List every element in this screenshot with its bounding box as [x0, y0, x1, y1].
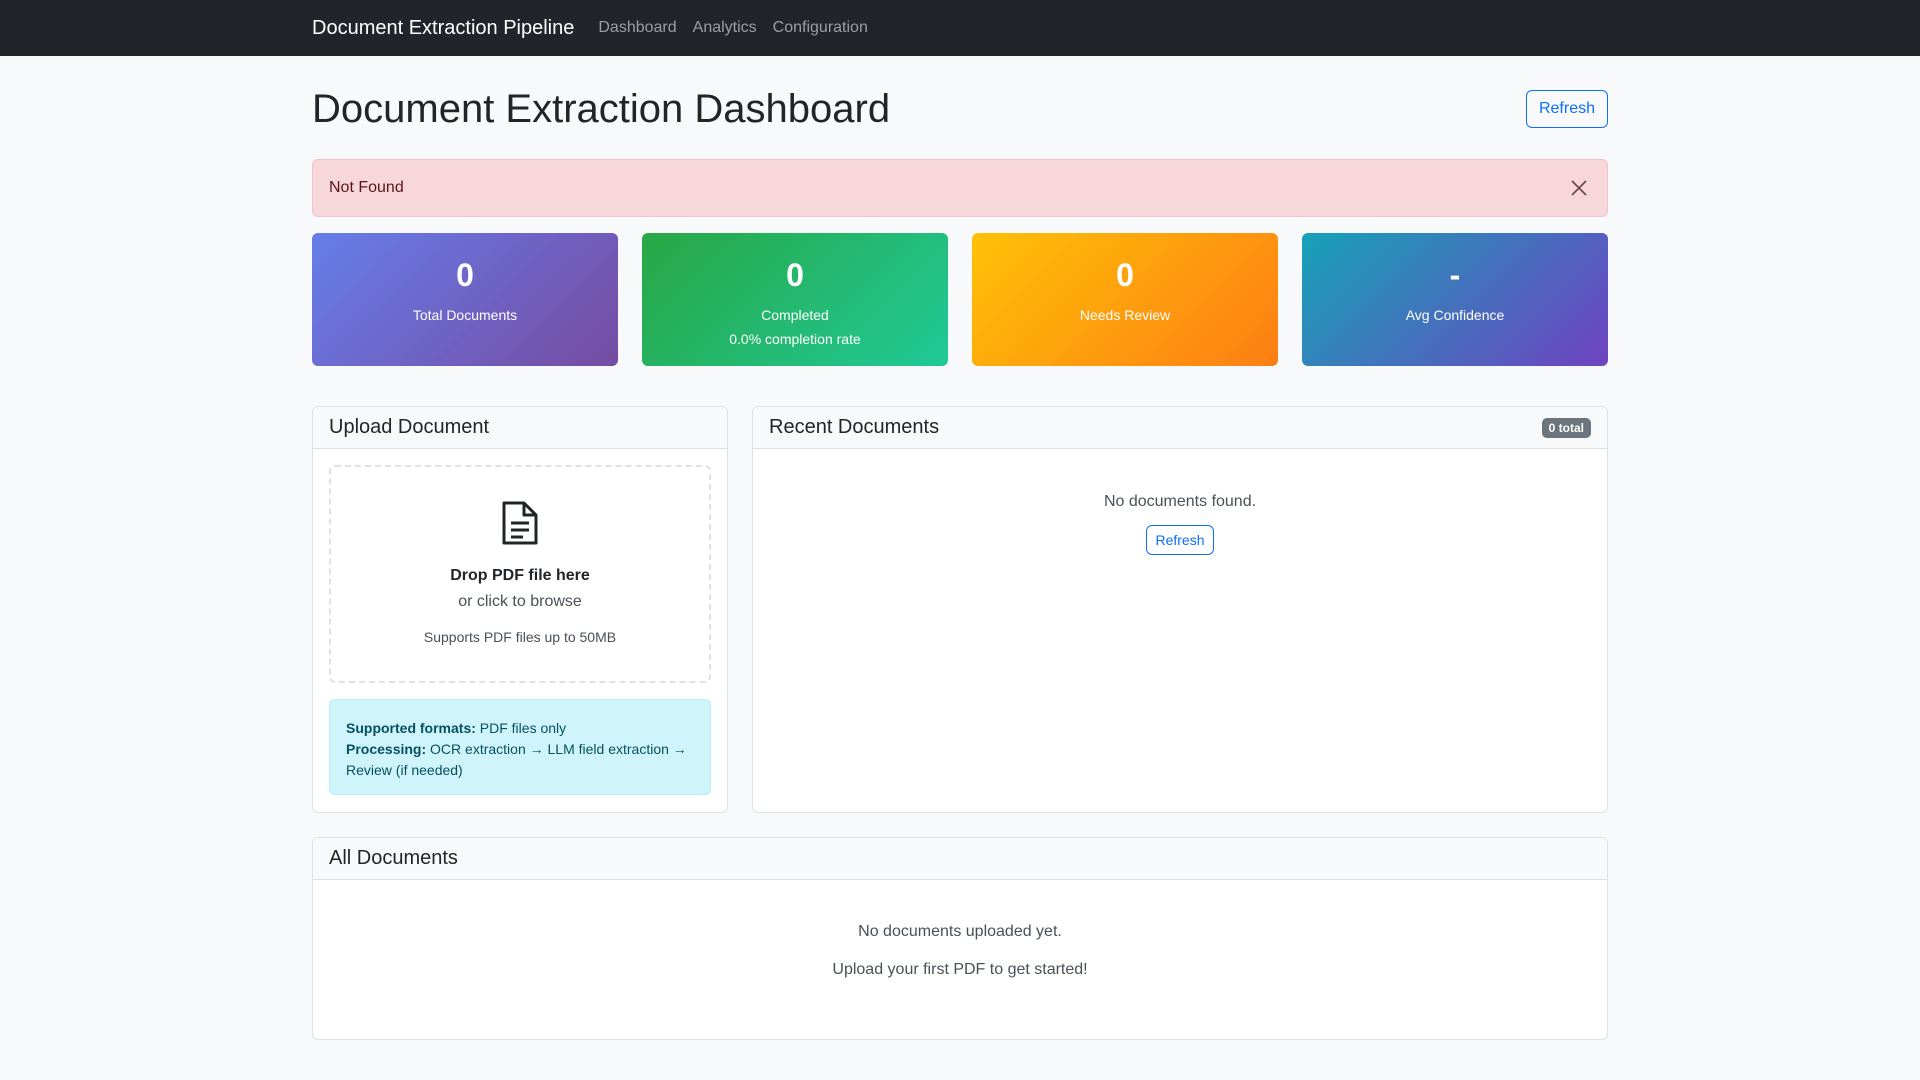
recent-documents-empty: No documents found. Refresh — [753, 449, 1607, 555]
content-row: Upload Document Drop PDF file here or cl… — [312, 406, 1608, 813]
card-title: All Documents — [329, 847, 458, 869]
processing-line: Processing: OCR extraction → LLM field e… — [346, 739, 694, 781]
all-documents-card: All Documents No documents uploaded yet.… — [312, 837, 1608, 1040]
nav-link-dashboard[interactable]: Dashboard — [598, 19, 676, 37]
brand-link[interactable]: Document Extraction Pipeline — [312, 17, 574, 40]
close-icon[interactable] — [1567, 176, 1591, 200]
stat-card-total: 0 Total Documents — [312, 233, 618, 366]
dropzone-hint: Supports PDF files up to 50MB — [423, 629, 617, 645]
dropzone-title: Drop PDF file here — [450, 567, 590, 584]
stat-card-avg-confidence: - Avg Confidence — [1302, 233, 1608, 366]
stat-card-needs-review: 0 Needs Review — [972, 233, 1278, 366]
stat-value: 0 — [786, 257, 804, 293]
error-alert: Not Found — [312, 159, 1608, 217]
formats-line: Supported formats: PDF files only — [346, 718, 694, 739]
card-title: Recent Documents — [769, 416, 940, 438]
page-title: Document Extraction Dashboard — [312, 86, 891, 131]
stat-label: Total Documents — [412, 307, 518, 323]
page-header: Document Extraction Dashboard Refresh — [312, 84, 1608, 134]
empty-message: No documents uploaded yet. — [858, 923, 1062, 940]
stat-label: Avg Confidence — [1405, 307, 1505, 323]
stat-card-completed: 0 Completed 0.0% completion rate — [642, 233, 948, 366]
refresh-button[interactable]: Refresh — [1525, 90, 1608, 128]
processing-label: Processing: — [346, 741, 427, 757]
empty-hint: Upload your first PDF to get started! — [832, 961, 1088, 978]
stat-value: 0 — [456, 257, 474, 293]
dropzone-subtitle: or click to browse — [458, 593, 582, 610]
recent-documents-card: Recent Documents 0 total No documents fo… — [752, 406, 1608, 813]
main-container: Document Extraction Dashboard Refresh No… — [312, 84, 1608, 1040]
upload-info-box: Supported formats: PDF files only Proces… — [329, 699, 711, 795]
formats-label: Supported formats: — [346, 720, 476, 736]
total-badge: 0 total — [1541, 417, 1591, 438]
stat-value: 0 — [1116, 257, 1134, 293]
nav-link-configuration[interactable]: Configuration — [773, 19, 868, 37]
formats-value: PDF files only — [475, 720, 567, 736]
stat-value: - — [1449, 257, 1461, 293]
stat-label: Needs Review — [1079, 307, 1171, 323]
recent-refresh-button[interactable]: Refresh — [1146, 525, 1214, 555]
nav-link-analytics[interactable]: Analytics — [693, 19, 757, 37]
card-title: Upload Document — [329, 416, 490, 438]
stat-subtext: 0.0% completion rate — [729, 331, 861, 347]
file-text-icon — [502, 501, 538, 545]
top-navbar: Document Extraction Pipeline Dashboard A… — [0, 0, 1920, 56]
card-header: Upload Document — [313, 407, 727, 449]
stats-row: 0 Total Documents 0 Completed 0.0% compl… — [312, 233, 1608, 366]
empty-message: No documents found. — [1103, 493, 1257, 510]
alert-message: Not Found — [329, 179, 404, 196]
card-header: All Documents — [313, 838, 1607, 880]
upload-card: Upload Document Drop PDF file here or cl… — [312, 406, 728, 813]
all-documents-empty: No documents uploaded yet. Upload your f… — [313, 880, 1607, 979]
card-header: Recent Documents 0 total — [753, 407, 1607, 449]
file-dropzone[interactable]: Drop PDF file here or click to browse Su… — [329, 465, 711, 683]
stat-label: Completed — [761, 307, 829, 323]
